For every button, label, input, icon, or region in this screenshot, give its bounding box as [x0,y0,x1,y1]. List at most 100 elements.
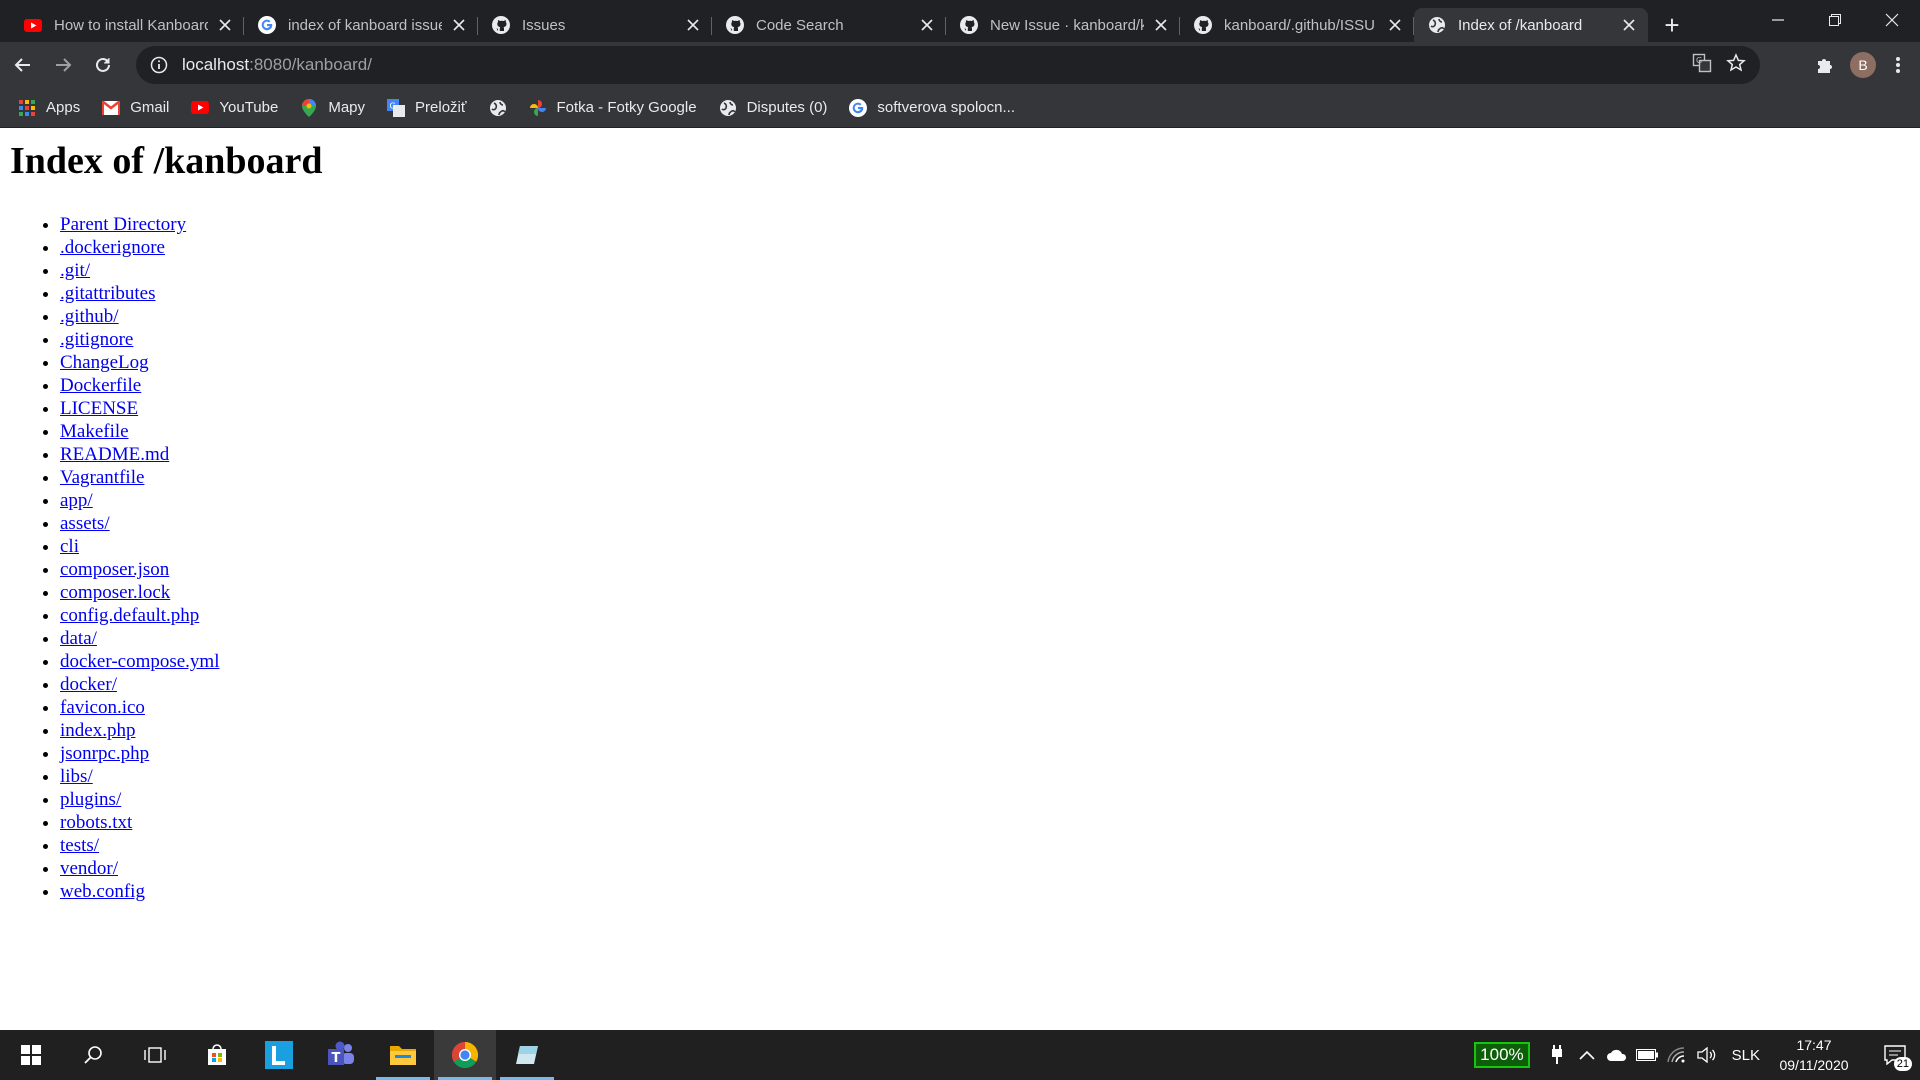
taskbar-app-l[interactable] [248,1030,310,1080]
restore-button[interactable] [1806,0,1863,40]
photos-icon [529,99,547,117]
file-link[interactable]: cli [60,536,79,557]
task-view-button[interactable] [124,1030,186,1080]
volume-icon[interactable] [1692,1030,1722,1080]
file-link[interactable]: index.php [60,720,135,741]
tab-3[interactable]: Issues [478,8,712,42]
file-link[interactable]: jsonrpc.php [60,743,149,764]
power-plug-icon[interactable] [1542,1030,1572,1080]
tab-6[interactable]: kanboard/.github/ISSU [1180,8,1414,42]
bookmark-label: Gmail [130,99,170,116]
file-link[interactable]: app/ [60,490,93,511]
tab-7[interactable]: Index of /kanboard [1414,8,1648,42]
file-link[interactable]: .git/ [60,260,90,281]
tab-title: New Issue · kanboard/k [990,16,1144,34]
file-link[interactable]: assets/ [60,513,110,534]
reload-button[interactable] [86,48,120,82]
tab-1[interactable]: How to install Kanboard [10,8,244,42]
file-link[interactable]: config.default.php [60,605,199,626]
minimize-button[interactable] [1749,0,1806,40]
start-button[interactable] [0,1030,62,1080]
close-tab-icon[interactable] [450,16,468,34]
extensions-puzzle-icon[interactable] [1810,55,1840,75]
bookmark-label: Preložiť [415,99,467,116]
bookmark-label: YouTube [219,99,279,116]
menu-kebab-icon[interactable] [1886,55,1910,75]
back-button[interactable] [6,48,40,82]
taskbar-file-explorer[interactable] [372,1030,434,1080]
file-link[interactable]: .gitignore [60,329,133,350]
file-link[interactable]: .dockerignore [60,237,165,258]
close-window-button[interactable] [1863,0,1920,40]
tab-title: kanboard/.github/ISSU [1224,16,1375,34]
file-link[interactable]: Dockerfile [60,375,141,396]
translate-page-icon[interactable]: G [1692,53,1712,78]
bookmark-item-9[interactable]: softverova spolocn... [849,98,1015,117]
battery-percent[interactable]: 100% [1474,1042,1530,1068]
input-language[interactable]: SLK [1732,1047,1760,1064]
bookmark-item-7[interactable]: Fotka - Fotky Google [529,99,697,117]
file-link[interactable]: Parent Directory [60,214,186,235]
address-bar[interactable]: localhost:8080/kanboard/ G [136,46,1760,84]
taskbar-chrome[interactable] [434,1030,496,1080]
forward-button[interactable] [46,48,80,82]
bookmark-item-8[interactable]: Disputes (0) [719,99,827,117]
battery-icon[interactable] [1632,1030,1662,1080]
tab-4[interactable]: Code Search [712,8,946,42]
clock-time: 17:47 [1796,1037,1832,1053]
url-text[interactable]: localhost:8080/kanboard/ [182,55,372,75]
close-tab-icon[interactable] [1152,16,1170,34]
taskbar-store[interactable] [186,1030,248,1080]
file-link[interactable]: Vagrantfile [60,467,144,488]
new-tab-button[interactable]: + [1654,8,1690,42]
file-link[interactable]: libs/ [60,766,93,787]
tab-5[interactable]: New Issue · kanboard/k [946,8,1180,42]
list-item: composer.json [60,558,220,581]
list-item: Vagrantfile [60,466,220,489]
file-link[interactable]: vendor/ [60,858,118,879]
bookmark-star-icon[interactable] [1726,52,1746,78]
file-link[interactable]: robots.txt [60,812,132,833]
profile-avatar[interactable]: B [1850,52,1876,78]
bookmark-item-4[interactable]: Mapy [300,98,365,117]
file-link[interactable]: data/ [60,628,97,649]
bookmark-item-2[interactable]: Gmail [102,99,169,117]
chevron-up-icon[interactable] [1572,1030,1602,1080]
search-button[interactable] [62,1030,124,1080]
file-link[interactable]: .github/ [60,306,119,327]
file-link[interactable]: README.md [60,444,169,465]
close-tab-icon[interactable] [1386,16,1404,34]
clock[interactable]: 17:47 09/11/2020 [1774,1035,1854,1075]
file-link[interactable]: Makefile [60,421,129,442]
list-item: composer.lock [60,581,220,604]
action-center-button[interactable]: 21 [1870,1030,1920,1080]
taskbar-teams[interactable]: T [310,1030,372,1080]
file-link[interactable]: .gitattributes [60,283,156,304]
file-link[interactable]: LICENSE [60,398,138,419]
close-tab-icon[interactable] [1620,16,1638,34]
bookmark-item-1[interactable]: Apps [18,99,80,117]
taskbar-app-notes[interactable] [496,1030,558,1080]
file-link[interactable]: favicon.ico [60,697,145,718]
file-link[interactable]: docker/ [60,674,117,695]
bookmark-item-6[interactable] [489,99,507,117]
bookmarks-bar: Apps Gmail YouTube Mapy G Preložiť Fotka - Fot… [0,88,1920,128]
bookmark-item-3[interactable]: YouTube [191,99,278,117]
site-info-icon[interactable] [148,54,170,76]
tab-title: Issues [522,16,566,34]
file-link[interactable]: composer.json [60,559,169,580]
file-link[interactable]: web.config [60,881,145,902]
tab-2[interactable]: index of kanboard issue [244,8,478,42]
file-link[interactable]: docker-compose.yml [60,651,220,672]
wifi-icon[interactable] [1662,1030,1692,1080]
file-link[interactable]: ChangeLog [60,352,149,373]
file-link[interactable]: tests/ [60,835,99,856]
onedrive-cloud-icon[interactable] [1602,1030,1632,1080]
file-link[interactable]: plugins/ [60,789,121,810]
close-tab-icon[interactable] [216,16,234,34]
page-content: Index of /kanboard Parent Directory.dock… [0,129,1920,1030]
bookmark-item-5[interactable]: G Preložiť [387,98,467,117]
close-tab-icon[interactable] [918,16,936,34]
file-link[interactable]: composer.lock [60,582,170,603]
close-tab-icon[interactable] [684,16,702,34]
